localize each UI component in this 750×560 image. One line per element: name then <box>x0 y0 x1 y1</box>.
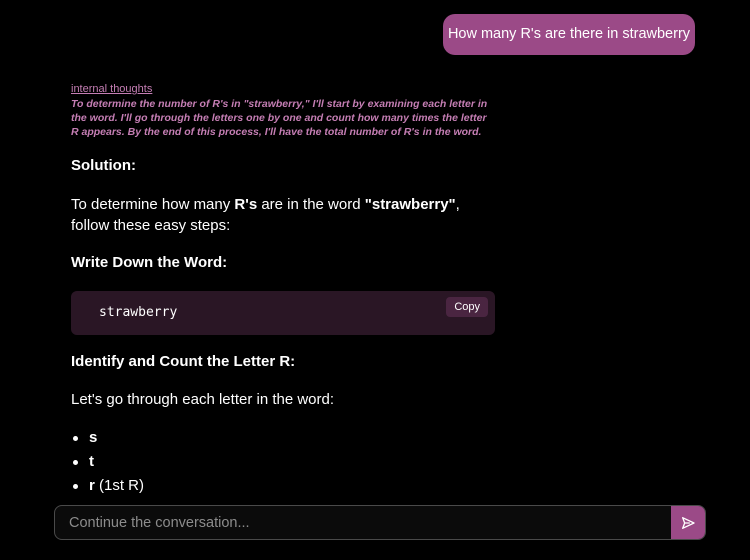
identify-heading: Identify and Count the Letter R: <box>71 353 296 370</box>
letter-note: (1st R) <box>94 477 145 494</box>
copy-button[interactable]: Copy <box>446 297 488 317</box>
list-item: t <box>71 450 495 474</box>
intro-bold-word: "strawberry" <box>364 196 456 213</box>
letter: s <box>89 429 98 446</box>
intro-bold-r: R's <box>234 196 258 213</box>
list-item: r (1st R) <box>71 474 495 498</box>
write-word-heading: Write Down the Word: <box>71 254 228 271</box>
intro-text-2: are in the word <box>257 196 365 213</box>
list-item: s <box>71 426 495 450</box>
chat-page: How many R's are there in strawberry int… <box>0 0 750 560</box>
intro-text-1: To determine how many <box>71 196 235 213</box>
internal-thoughts-toggle[interactable]: internal thoughts <box>71 83 495 96</box>
code-text: strawberry <box>99 305 178 320</box>
code-block: strawberry Copy <box>71 291 495 335</box>
solution-heading: Solution: <box>71 157 136 174</box>
intro-paragraph: To determine how many R's are in the wor… <box>71 194 495 236</box>
user-message-text: How many R's are there in strawberry <box>447 26 691 42</box>
message-input[interactable] <box>55 506 671 539</box>
internal-thoughts-text: To determine the number of R's in "straw… <box>71 98 488 138</box>
send-button[interactable] <box>671 506 705 539</box>
send-icon <box>680 515 696 531</box>
message-composer <box>54 505 706 540</box>
user-message-bubble: How many R's are there in strawberry <box>443 14 695 55</box>
letters-intro: Let's go through each letter in the word… <box>71 391 335 408</box>
letter: t <box>89 453 94 470</box>
assistant-message: internal thoughts To determine the numbe… <box>71 83 495 522</box>
